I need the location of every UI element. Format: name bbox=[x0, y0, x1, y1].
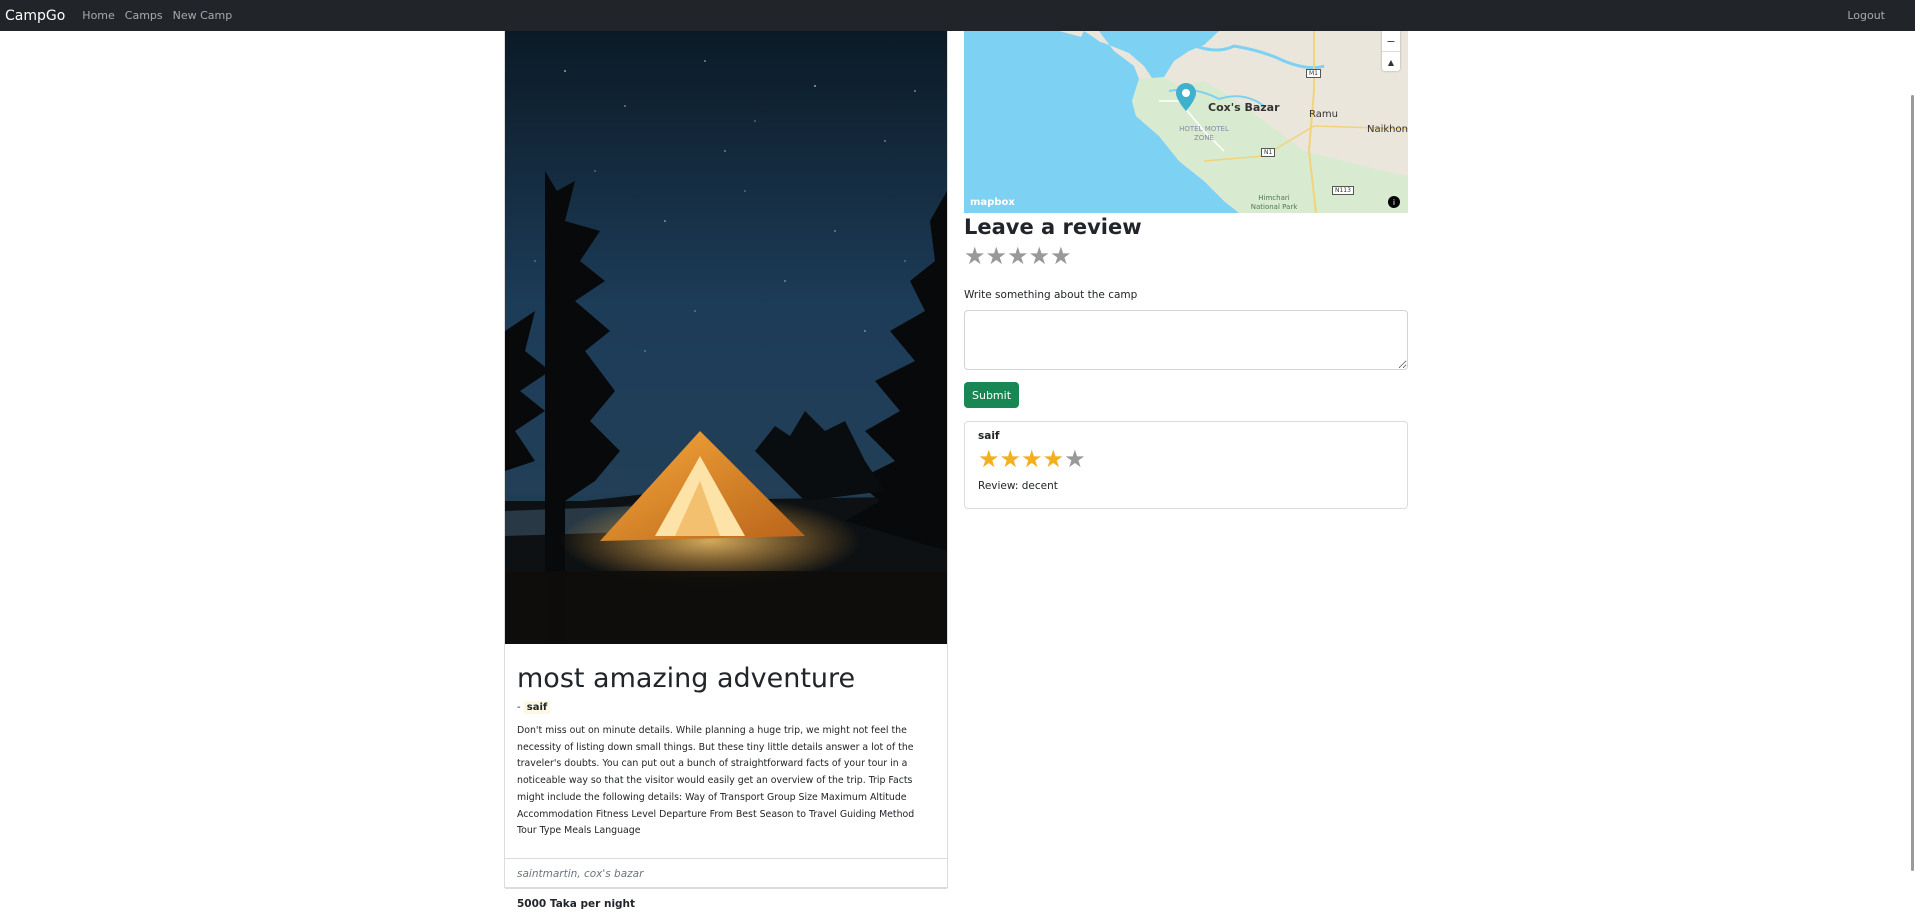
rating-star-4-icon[interactable]: ★ bbox=[1029, 244, 1051, 268]
review-star-1-icon: ★ bbox=[978, 445, 1000, 473]
camp-image bbox=[505, 31, 947, 644]
map-label-n113: N113 bbox=[1332, 186, 1354, 195]
map-compass-button[interactable]: ▲ bbox=[1382, 51, 1400, 72]
review-heading: Leave a review bbox=[964, 215, 1142, 239]
camp-title: most amazing adventure bbox=[517, 663, 856, 694]
mapbox-logo[interactable]: mapbox bbox=[970, 197, 1015, 208]
review-rating: ★ ★ ★ ★ ★ bbox=[978, 447, 1394, 471]
map-label-ramu: Ramu bbox=[1309, 109, 1338, 120]
logout-link[interactable]: Logout bbox=[1847, 9, 1885, 22]
camp-card: most amazing adventure - saif Don't miss… bbox=[504, 31, 948, 910]
rating-star-3-icon[interactable]: ★ bbox=[1007, 244, 1029, 268]
review-text: Review: decent bbox=[978, 480, 1058, 492]
review-card: saif ★ ★ ★ ★ ★ Review: decent bbox=[964, 421, 1408, 509]
map-label-coxs-bazar: Cox's Bazar bbox=[1208, 101, 1280, 114]
review-star-2-icon: ★ bbox=[999, 445, 1022, 473]
nav-new-camp-link[interactable]: New Camp bbox=[173, 9, 233, 22]
map-controls: − ▲ bbox=[1382, 31, 1400, 71]
map-label-hotel-zone: HOTEL MOTEL ZONE bbox=[1179, 125, 1229, 142]
review-body-label: Write something about the camp bbox=[964, 289, 1138, 301]
review-star-3-icon: ★ bbox=[1021, 445, 1043, 473]
brand-link[interactable]: CampGo bbox=[5, 8, 65, 24]
camp-map[interactable]: Cox's Bazar Ramu Naikhong HOTEL MOTEL ZO… bbox=[964, 31, 1408, 213]
map-label-n1: N1 bbox=[1261, 148, 1276, 157]
camp-author: saif bbox=[523, 701, 551, 714]
map-info-icon[interactable]: i bbox=[1388, 196, 1400, 208]
author-line: - saif bbox=[517, 700, 935, 716]
camp-description: Don't miss out on minute details. While … bbox=[517, 725, 915, 837]
scrollbar-track[interactable] bbox=[1909, 31, 1915, 891]
navbar: CampGo Home Camps New Camp Logout bbox=[0, 0, 1915, 31]
review-body-textarea[interactable] bbox=[964, 310, 1408, 370]
rating-star-5-icon[interactable]: ★ bbox=[1050, 244, 1072, 268]
scrollbar-thumb[interactable] bbox=[1911, 95, 1914, 871]
rating-star-2-icon[interactable]: ★ bbox=[986, 244, 1008, 268]
nav-camps-link[interactable]: Camps bbox=[125, 9, 163, 22]
camp-location: saintmartin, cox's bazar bbox=[505, 858, 947, 888]
review-star-5-icon: ★ bbox=[1064, 445, 1086, 473]
author-prefix: - bbox=[517, 702, 521, 713]
map-label-m1: M1 bbox=[1306, 69, 1321, 78]
camp-price: 5000 Taka per night bbox=[505, 888, 947, 918]
map-marker-icon[interactable] bbox=[1176, 83, 1196, 111]
rating-input: ★ ★ ★ ★ ★ bbox=[964, 244, 1072, 268]
rating-star-1-icon[interactable]: ★ bbox=[964, 244, 986, 268]
review-author: saif bbox=[978, 430, 1000, 442]
camp-card-body: most amazing adventure - saif Don't miss… bbox=[505, 644, 947, 840]
map-zoom-out-button[interactable]: − bbox=[1382, 31, 1400, 51]
map-label-naikhong: Naikhong bbox=[1367, 124, 1408, 135]
nav-right: Logout bbox=[1847, 0, 1885, 31]
review-star-4-icon: ★ bbox=[1042, 445, 1065, 473]
submit-review-button[interactable]: Submit bbox=[964, 382, 1019, 408]
map-label-himchari: Himchari National Park bbox=[1250, 194, 1298, 211]
nav-home-link[interactable]: Home bbox=[82, 9, 114, 22]
